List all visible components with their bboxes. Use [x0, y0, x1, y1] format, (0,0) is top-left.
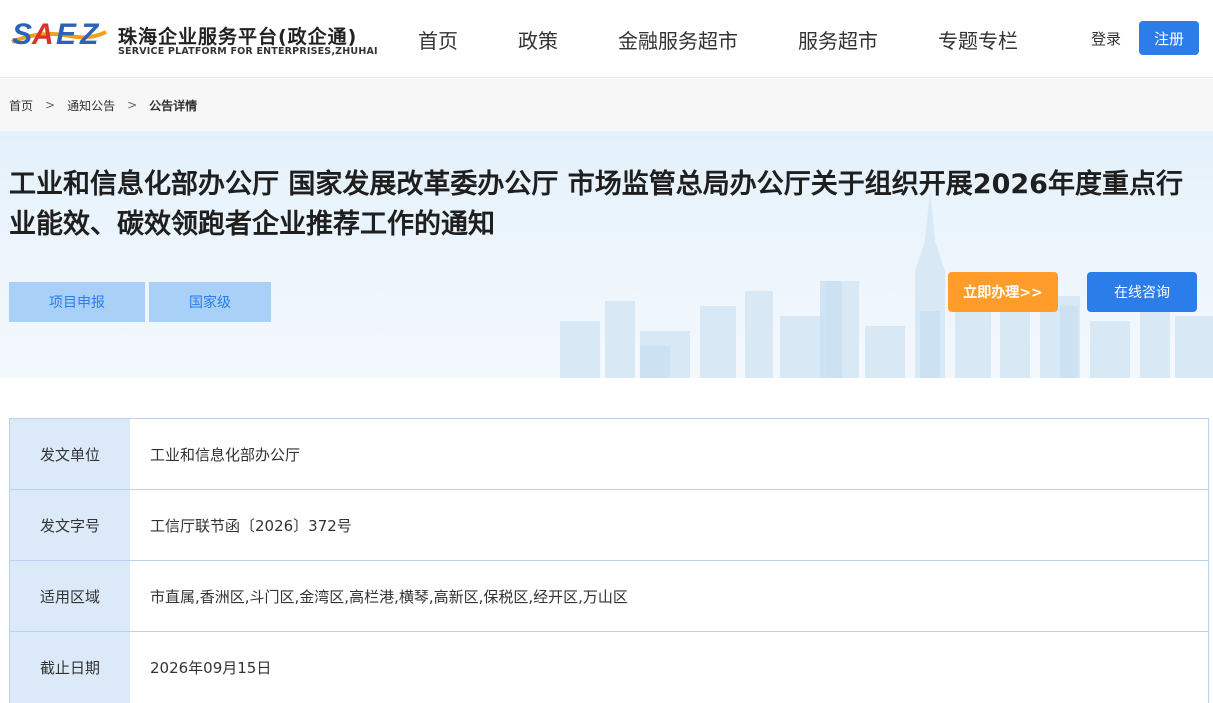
nav-policy[interactable]: 政策 [518, 25, 558, 54]
logo-title: 珠海企业服务平台(政企通) [118, 26, 358, 48]
breadcrumb: 首页 > 通知公告 > 公告详情 [0, 79, 1213, 131]
apply-now-button[interactable]: 立即办理>> [948, 272, 1058, 312]
info-value-deadline: 2026年09月15日 [130, 632, 1208, 703]
notice-banner: 工业和信息化部办公厅 国家发展改革委办公厅 市场监管总局办公厅关于组织开展202… [0, 131, 1213, 378]
notice-title: 工业和信息化部办公厅 国家发展改革委办公厅 市场监管总局办公厅关于组织开展202… [9, 169, 1183, 240]
svg-text:A: A [31, 18, 54, 51]
main-nav: 首页 政策 金融服务超市 服务超市 专题专栏 [390, 0, 1048, 78]
saez-logo-icon: S A E Z [11, 18, 107, 51]
nav-service-market[interactable]: 服务超市 [798, 25, 878, 54]
tag-national-level: 国家级 [149, 282, 271, 322]
breadcrumb-separator: > [127, 98, 138, 112]
nav-finance-market[interactable]: 金融服务超市 [618, 25, 738, 54]
logo-subtitle: SERVICE PLATFORM FOR ENTERPRISES,ZHUHAI [118, 46, 378, 57]
info-label-doc-number: 发文字号 [10, 490, 130, 560]
table-row: 发文单位 工业和信息化部办公厅 [10, 419, 1208, 490]
login-link[interactable]: 登录 [1091, 28, 1121, 49]
breadcrumb-current: 公告详情 [149, 98, 198, 113]
site-header: S A E Z 珠海企业服务平台(政企通) SERVICE PLATFORM F… [0, 0, 1213, 78]
nav-home[interactable]: 首页 [418, 25, 458, 54]
info-value-region: 市直属,香洲区,斗门区,金湾区,高栏港,横琴,高新区,保税区,经开区,万山区 [130, 561, 1208, 631]
info-label-issuer: 发文单位 [10, 419, 130, 489]
table-row: 适用区域 市直属,香洲区,斗门区,金湾区,高栏港,横琴,高新区,保税区,经开区,… [10, 561, 1208, 632]
site-logo[interactable]: S A E Z 珠海企业服务平台(政企通) SERVICE PLATFORM F… [10, 10, 378, 60]
info-value-issuer: 工业和信息化部办公厅 [130, 419, 1208, 489]
info-value-doc-number: 工信厅联节函〔2026〕372号 [130, 490, 1208, 560]
breadcrumb-separator: > [45, 98, 56, 112]
info-label-region: 适用区域 [10, 561, 130, 631]
svg-text:Z: Z [79, 18, 100, 51]
breadcrumb-notices[interactable]: 通知公告 [67, 97, 115, 114]
table-row: 发文字号 工信厅联节函〔2026〕372号 [10, 490, 1208, 561]
tag-project-application: 项目申报 [9, 282, 145, 322]
register-button[interactable]: 注册 [1139, 21, 1199, 55]
table-row: 截止日期 2026年09月15日 [10, 632, 1208, 703]
info-label-deadline: 截止日期 [10, 632, 130, 703]
breadcrumb-home[interactable]: 首页 [9, 97, 33, 114]
nav-special-column[interactable]: 专题专栏 [938, 25, 1018, 54]
svg-text:S: S [12, 18, 32, 51]
notice-info-table: 发文单位 工业和信息化部办公厅 发文字号 工信厅联节函〔2026〕372号 适用… [9, 418, 1209, 703]
online-consult-button[interactable]: 在线咨询 [1087, 272, 1197, 312]
svg-text:E: E [56, 18, 77, 51]
